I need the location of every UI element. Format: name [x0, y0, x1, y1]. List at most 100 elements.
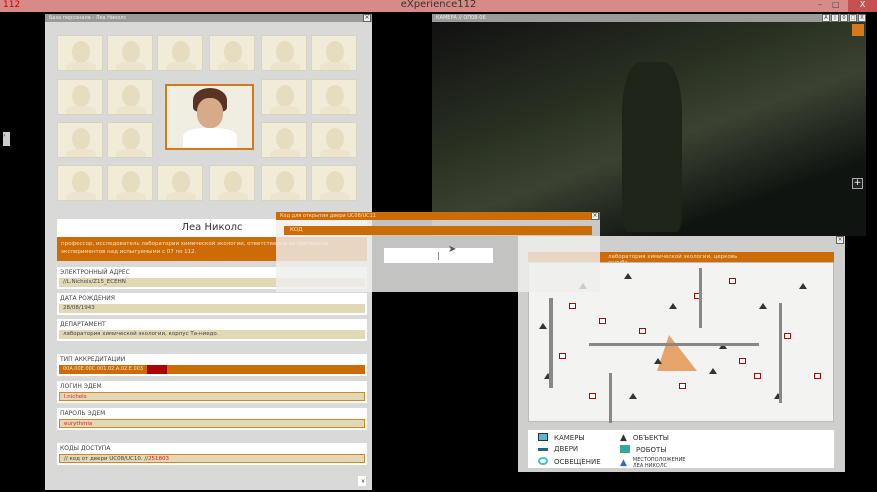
app-titlebar: 112 eXperience112 – □ X — [0, 0, 877, 12]
map-wall — [549, 298, 553, 388]
map-robot-marker[interactable] — [669, 303, 677, 309]
legend-item[interactable]: ▲ ОБЪЕКТЫ — [620, 433, 669, 443]
map-close-button[interactable]: × — [836, 236, 844, 244]
code-dialog: Код для открытия двери UC08/UC11 × КОД |… — [276, 212, 600, 292]
app-title: eXperience112 — [400, 0, 477, 10]
portrait-thumbnail[interactable] — [157, 35, 203, 71]
legend-item[interactable]: ДВЕРИ — [538, 445, 578, 453]
login-card: ЛОГИН ЭДЕМ l.nichols — [57, 381, 367, 403]
map-robot-marker[interactable] — [759, 303, 767, 309]
side-expand-handle[interactable]: › — [3, 132, 10, 146]
camera-control-button[interactable]: 0 — [840, 14, 848, 22]
camera-window-title: КАМЕРА // OП08-06 — [432, 14, 866, 22]
light-icon — [538, 457, 548, 467]
portrait-thumbnail[interactable] — [57, 165, 103, 201]
portrait-thumbnail[interactable] — [261, 35, 307, 71]
map-object-marker[interactable] — [784, 333, 791, 339]
portrait-thumbnail[interactable] — [209, 165, 255, 201]
legend-item[interactable]: РОБОТЫ — [620, 445, 667, 455]
map-object-marker[interactable] — [739, 358, 746, 364]
map-object-marker[interactable] — [559, 353, 566, 359]
portrait-thumbnail[interactable] — [311, 122, 357, 158]
camera-feed[interactable] — [432, 22, 866, 236]
scroll-down-button[interactable]: » — [358, 476, 367, 486]
personnel-close-button[interactable]: × — [363, 14, 371, 22]
portrait-thumbnail[interactable] — [57, 79, 103, 115]
portrait-thumbnail[interactable] — [261, 165, 307, 201]
portrait-thumbnail[interactable] — [157, 165, 203, 201]
map-robot-marker[interactable] — [799, 283, 807, 289]
password-label: ПАРОЛЬ ЭДЕМ — [60, 410, 106, 417]
map-wall — [699, 268, 702, 328]
map-robot-marker[interactable] — [654, 358, 662, 364]
portrait-thumbnail[interactable] — [57, 122, 103, 158]
access-codes-label: КОДЫ ДОСТУПА — [60, 445, 111, 452]
department-value: лаборатория химической экологии, корпус … — [59, 330, 365, 339]
code-input[interactable]: | — [384, 248, 493, 263]
legend-label: КАМЕРЫ — [554, 434, 585, 442]
accreditation-bar: 00A.00E.00C.001.02.A.02.E.003 — [59, 365, 365, 374]
password-value: eurythmia — [59, 419, 365, 428]
map-robot-marker[interactable] — [539, 323, 547, 329]
camera-control-button[interactable]: X — [858, 14, 866, 22]
map-wall — [609, 373, 612, 423]
map-object-marker[interactable] — [814, 373, 821, 379]
door-icon — [538, 445, 548, 453]
legend-label: РОБОТЫ — [636, 446, 667, 454]
camera-window: КАМЕРА // OП08-06 A ◊ 0 □ X + — [432, 14, 866, 236]
map-legend: КАМЕРЫ ДВЕРИ ОСВЕЩЕНИЕ ▲ ОБЪЕКТЫ РОБОТЫ ▲ МЕСТО… — [528, 430, 834, 469]
birthdate-label: ДАТА РОЖДЕНИЯ — [60, 295, 115, 302]
portrait-thumbnail[interactable] — [261, 122, 307, 158]
portrait-thumbnail[interactable] — [311, 35, 357, 71]
zoom-in-button[interactable]: + — [852, 178, 863, 189]
map-object-marker[interactable] — [569, 303, 576, 309]
robot-icon — [620, 445, 630, 455]
selected-portrait[interactable] — [165, 84, 254, 150]
map-wall — [779, 303, 782, 403]
map-object-marker[interactable] — [639, 328, 646, 334]
map-robot-marker[interactable] — [629, 393, 637, 399]
access-codes-card: КОДЫ ДОСТУПА // код от двери UC08/UC10. … — [57, 443, 367, 465]
portrait-thumbnail[interactable] — [57, 35, 103, 71]
portrait-thumbnail[interactable] — [261, 79, 307, 115]
portrait-thumbnail[interactable] — [209, 35, 255, 71]
camera-icon — [538, 433, 548, 443]
camera-control-button[interactable]: □ — [849, 14, 857, 22]
map-object-marker[interactable] — [599, 318, 606, 324]
portrait-thumbnail[interactable] — [107, 35, 153, 71]
map-object-marker[interactable] — [754, 373, 761, 379]
portrait-thumbnail[interactable] — [107, 165, 153, 201]
access-codes-value: // код от двери UC08/UC10. //251803 — [59, 454, 365, 463]
accreditation-value: 00A.00E.00C.001.02.A.02.E.003 — [63, 366, 144, 372]
close-button[interactable]: X — [848, 0, 877, 12]
code-dialog-close-button[interactable]: × — [591, 212, 599, 220]
maximize-button[interactable]: □ — [832, 0, 840, 9]
portrait-thumbnail[interactable] — [311, 79, 357, 115]
map-object-marker[interactable] — [679, 383, 686, 389]
password-card: ПАРОЛЬ ЭДЕМ eurythmia — [57, 408, 367, 430]
accreditation-card: ТИП АККРЕДИТАЦИИ 00A.00E.00C.001.02.A.02… — [57, 354, 367, 376]
birthdate-value: 28/08/1943 — [59, 304, 365, 313]
map-robot-marker[interactable] — [624, 273, 632, 279]
legend-label: МЕСТОПОЛОЖЕНИЕ ЛЕА НИКОЛС — [632, 457, 686, 469]
legend-label: ДВЕРИ — [554, 445, 579, 453]
object-icon: ▲ — [620, 433, 627, 443]
camera-control-button[interactable]: A — [822, 14, 830, 22]
position-icon: ▲ — [620, 458, 627, 468]
legend-item[interactable]: КАМЕРЫ — [538, 433, 585, 443]
minimize-button[interactable]: – — [818, 0, 822, 9]
portrait-thumbnail[interactable] — [311, 165, 357, 201]
map-object-marker[interactable] — [729, 278, 736, 284]
portrait-thumbnail[interactable] — [107, 122, 153, 158]
map-object-marker[interactable] — [589, 393, 596, 399]
legend-item[interactable]: ▲ МЕСТОПОЛОЖЕНИЕ ЛЕА НИКОЛС — [620, 457, 693, 469]
person-figure — [622, 62, 682, 232]
portrait-thumbnail[interactable] — [107, 79, 153, 115]
birthdate-card: ДАТА РОЖДЕНИЯ 28/08/1943 — [57, 293, 367, 315]
map-robot-marker[interactable] — [709, 368, 717, 374]
code-dialog-title: Код для открытия двери UC08/UC11 — [276, 212, 600, 220]
camera-control-button[interactable]: ◊ — [831, 14, 839, 22]
code-field-label: КОД — [284, 226, 592, 235]
legend-item[interactable]: ОСВЕЩЕНИЕ — [538, 457, 601, 467]
mouse-cursor-icon: ➤ — [448, 244, 457, 255]
